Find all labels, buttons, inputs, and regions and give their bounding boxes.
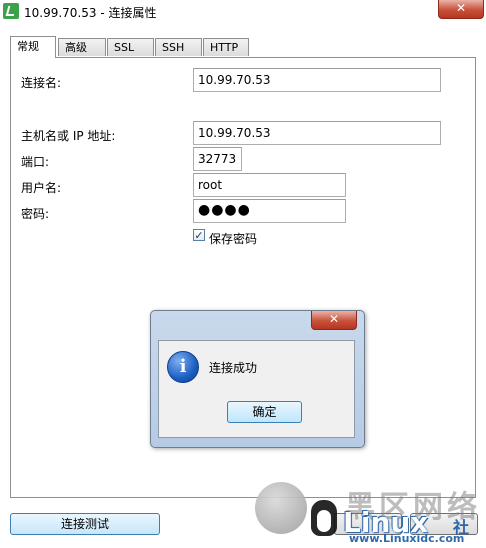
test-connection-button[interactable]: 连接测试 [10,513,160,535]
password-input[interactable]: ●●●● [193,199,346,223]
info-icon: i [167,351,199,383]
close-icon: ✕ [455,1,467,15]
dialog-close-button[interactable]: ✕ [311,311,357,330]
connection-name-label: 连接名: [21,76,62,90]
dialog-body: i 连接成功 确定 [158,340,355,438]
save-password-label: 保存密码 [209,232,258,246]
host-input[interactable]: 10.99.70.53 [193,121,441,145]
tab-ssh[interactable]: SSH [155,38,202,56]
watermark-url: www.Linuxidc.com [349,532,465,545]
tab-http[interactable]: HTTP [203,38,249,56]
checkmark-icon: ✓ [194,229,204,242]
ok-button[interactable]: 确定 [227,401,302,423]
save-password-checkbox[interactable]: ✓ [193,229,205,241]
tab-ssl[interactable]: SSL [107,38,154,56]
tab-general[interactable]: 常规 [10,36,56,58]
watermark: 黑区网络 Linux 社 www.Linuxidc.com [253,478,486,548]
username-label: 用户名: [21,181,62,195]
port-input[interactable]: 32773 [193,147,242,171]
connection-name-input[interactable]: 10.99.70.53 [193,68,441,92]
app-icon [3,3,19,19]
window-close-button[interactable]: ✕ [438,0,484,19]
password-label: 密码: [21,207,50,221]
dialog-message: 连接成功 [209,361,258,375]
port-label: 端口: [21,155,50,169]
username-input[interactable]: root [193,173,346,197]
watermark-logo-icon [255,482,307,534]
window-title: 10.99.70.53 - 连接属性 [24,6,157,20]
close-icon: ✕ [328,312,340,326]
title-bar: 10.99.70.53 - 连接属性 ✕ [0,0,486,22]
success-dialog: ✕ i 连接成功 确定 [150,310,365,448]
host-label: 主机名或 IP 地址: [21,129,116,143]
tux-penguin-icon [311,500,337,536]
tab-advanced[interactable]: 高级 [58,38,106,56]
